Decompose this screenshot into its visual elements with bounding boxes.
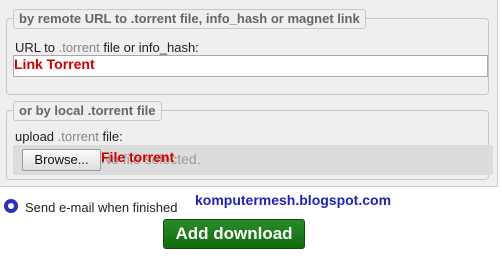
url-label-pre: URL to [15,40,59,55]
email-checkbox[interactable] [4,199,18,213]
url-label-extension: .torrent [58,40,100,55]
add-download-button[interactable]: Add download [163,219,305,249]
email-checkbox-label: Send e-mail when finished [25,200,178,215]
local-file-legend: or by local .torrent file [13,101,162,121]
upload-label-pre: upload [15,129,58,144]
remote-url-legend: by remote URL to .torrent file, info_has… [13,9,366,29]
link-torrent-annotation: Link Torrent [14,56,95,72]
url-field-label: URL to .torrent file or info_hash: [15,40,199,55]
file-input[interactable]: Browse... No file selected. File torrent [13,145,493,175]
add-torrent-panel: by remote URL to .torrent file, info_has… [0,0,498,187]
upload-label-post: file: [98,129,123,144]
upload-field-label: upload .torrent file: [15,129,123,144]
url-label-post: file or info_hash: [99,40,199,55]
upload-label-extension: .torrent [57,129,99,144]
blog-watermark: komputermesh.blogspot.com [195,192,392,208]
file-torrent-annotation: File torrent [101,149,175,165]
browse-button[interactable]: Browse... [22,149,101,171]
